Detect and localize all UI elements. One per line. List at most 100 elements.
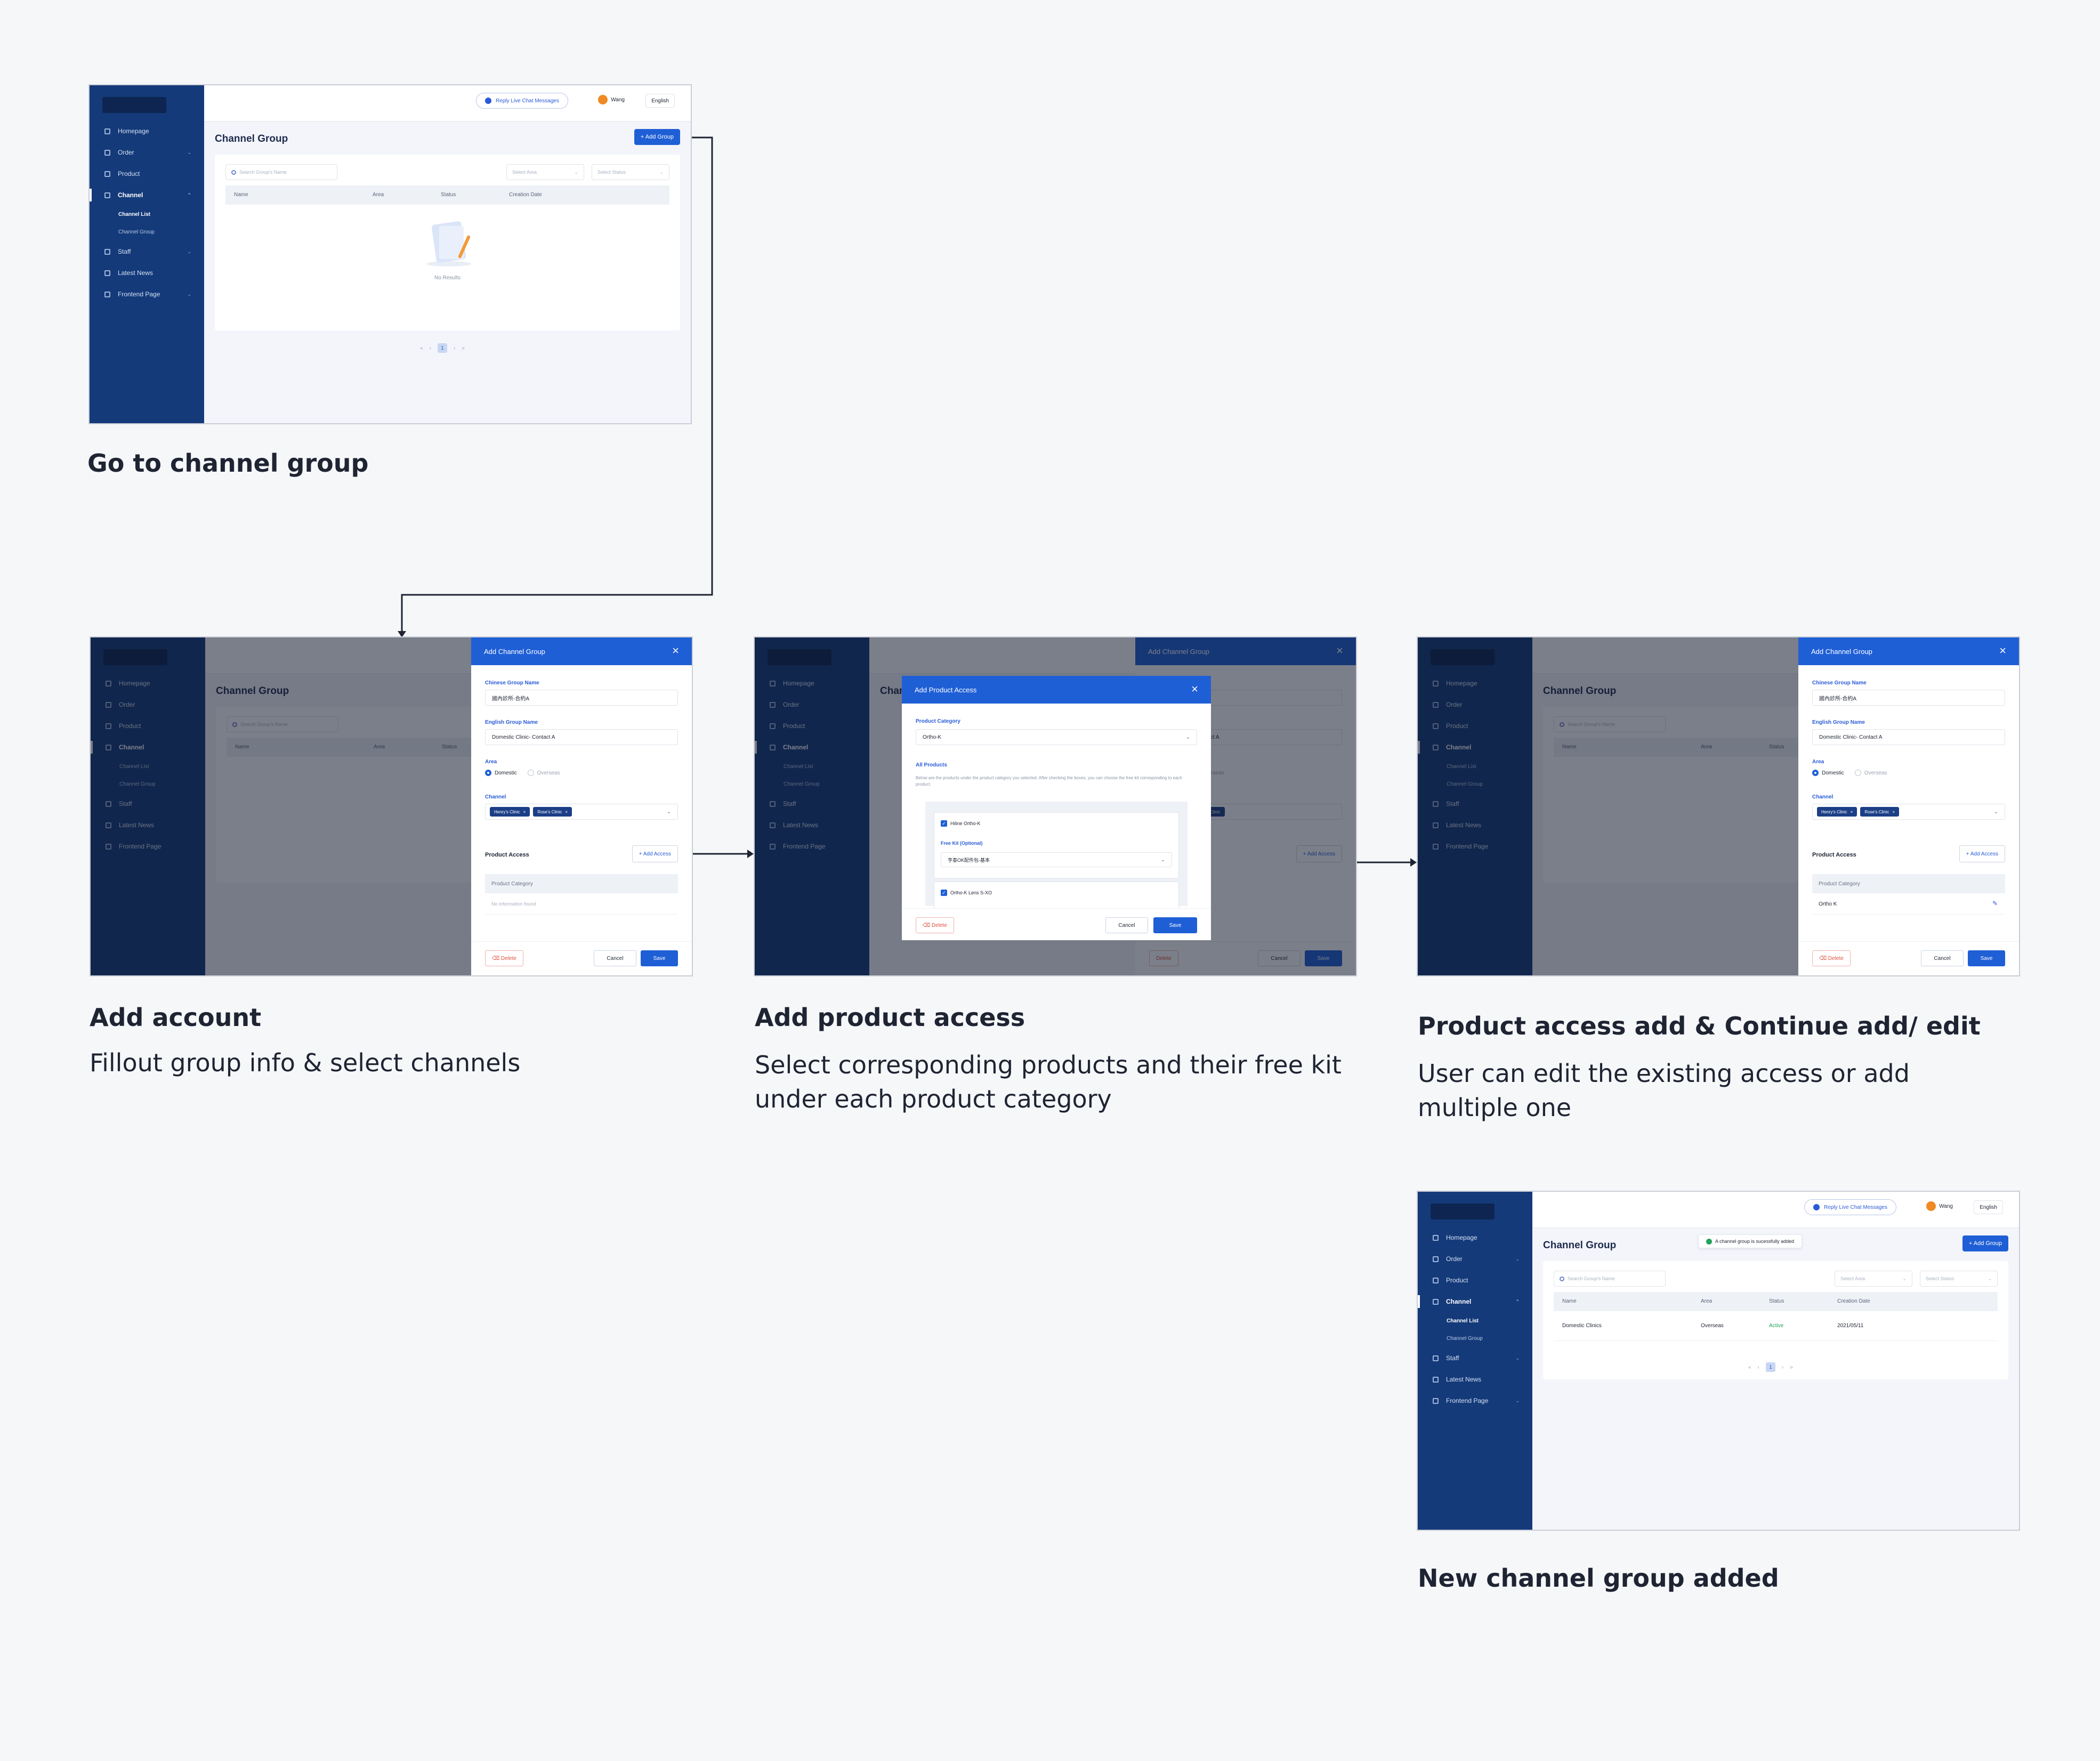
column-area[interactable]: Area [373, 192, 384, 198]
sidebar-item-homepage[interactable]: Homepage [90, 120, 204, 142]
column-name[interactable]: Name [1562, 1298, 1577, 1304]
channel-select[interactable]: Henry's Clinic × Rose's Clinic × ⌄ [1812, 804, 2005, 820]
search-input[interactable]: Search Group's Name [225, 164, 337, 180]
channel-chip[interactable]: Henry's Clinic × [1817, 807, 1857, 817]
add-group-button[interactable]: + Add Group [634, 129, 680, 145]
language-select[interactable]: English [1974, 1200, 2003, 1214]
sidebar-subitem-channel-group[interactable]: Channel Group [90, 223, 204, 241]
sidebar-item-staff[interactable]: Staff ⌄ [1418, 1347, 1532, 1369]
area-select[interactable]: Select Area ⌄ [506, 164, 584, 180]
user-menu[interactable]: Wang [598, 95, 625, 104]
delete-button[interactable]: ⌫ Delete [916, 917, 954, 933]
column-creation-date[interactable]: Creation Date [509, 192, 542, 198]
sidebar-item-channel[interactable]: Channel ⌃ [90, 184, 204, 206]
english-name-field[interactable]: Domestic Clinic- Contact A [1812, 729, 2005, 745]
edit-icon[interactable]: ✎ [1992, 900, 1998, 907]
modal-category-select[interactable]: Ortho-K ⌄ [916, 729, 1197, 745]
sidebar-item-order[interactable]: Order ⌄ [90, 142, 204, 163]
column-name[interactable]: Name [234, 192, 248, 198]
remove-icon[interactable]: × [1851, 810, 1853, 814]
channel-chip[interactable]: Rose's Clinic × [533, 807, 572, 817]
add-access-button[interactable]: + Add Access [632, 845, 678, 862]
sidebar-item-product[interactable]: Product [90, 163, 204, 184]
last-page-icon[interactable]: » [462, 345, 465, 351]
empty-message: No Results [434, 275, 461, 281]
cancel-button[interactable]: Cancel [1921, 950, 1964, 966]
success-toast: A channel group is sucessfully added [1698, 1234, 1803, 1248]
close-icon[interactable]: × [1191, 682, 1198, 696]
area-radio-domestic[interactable]: Domestic [1812, 770, 1844, 776]
area-radio-overseas[interactable]: Overseas [1854, 770, 1887, 776]
caption-step2-title: Add account [90, 1003, 262, 1032]
column-area[interactable]: Area [1701, 1298, 1712, 1304]
area-radio-domestic[interactable]: Domestic [485, 770, 517, 776]
english-name-field[interactable]: Domestic Clinic- Contact A [485, 729, 678, 745]
channel-chip[interactable]: Henry's Clinic × [490, 807, 530, 817]
close-icon[interactable]: × [672, 644, 679, 658]
column-creation-date[interactable]: Creation Date [1837, 1298, 1870, 1304]
product-icon [1433, 1277, 1439, 1283]
news-icon [104, 270, 110, 276]
first-page-icon[interactable]: « [1748, 1364, 1751, 1370]
sidebar-item-order[interactable]: Order ⌄ [1418, 1248, 1532, 1270]
remove-icon[interactable]: × [523, 810, 526, 814]
column-status[interactable]: Status [441, 192, 456, 198]
search-input[interactable]: Search Group's Name [1554, 1271, 1666, 1287]
area-select[interactable]: Select Area ⌄ [1835, 1271, 1912, 1287]
page-number[interactable]: 1 [437, 343, 447, 353]
chinese-name-field[interactable]: 國內診所-合約A [485, 690, 678, 706]
product-checkbox[interactable]: ✓ Ortho-K Lens S-XO [941, 890, 992, 896]
channel-select[interactable]: Henry's Clinic × Rose's Clinic × ⌄ [485, 804, 678, 820]
next-page-icon[interactable]: › [1782, 1364, 1783, 1370]
add-access-button[interactable]: + Add Access [1959, 845, 2005, 862]
close-icon[interactable]: × [1999, 644, 2006, 658]
prev-page-icon[interactable]: ‹ [430, 345, 431, 351]
page-number[interactable]: 1 [1765, 1362, 1775, 1372]
channel-chip[interactable]: Rose's Clinic × [1860, 807, 1899, 817]
last-page-icon[interactable]: » [1790, 1364, 1793, 1370]
chinese-name-field[interactable]: 國內診所-合約A [1812, 690, 2005, 706]
sidebar-item-frontend-page[interactable]: Frontend Page ⌄ [90, 284, 204, 305]
language-select[interactable]: English [645, 94, 675, 108]
save-button[interactable]: Save [1153, 917, 1197, 933]
check-icon: ✓ [941, 890, 947, 896]
user-menu[interactable]: Wang [1926, 1201, 1953, 1211]
sidebar-subitem-channel-list[interactable]: Channel List [90, 206, 204, 223]
reply-live-chat-button[interactable]: Reply Live Chat Messages [1804, 1199, 1896, 1215]
page-title: Channel Group [1543, 1240, 1617, 1251]
prev-page-icon[interactable]: ‹ [1758, 1364, 1759, 1370]
sidebar-subitem-channel-group[interactable]: Channel Group [1418, 1330, 1532, 1347]
status-select[interactable]: Select Status ⌄ [592, 164, 669, 180]
screen-channel-group-added: Homepage Order ⌄ Product Channel ⌃ Channel… [1417, 1191, 2020, 1531]
sidebar-item-product[interactable]: Product [1418, 1270, 1532, 1291]
reply-live-chat-button[interactable]: Reply Live Chat Messages [476, 93, 568, 109]
cancel-button[interactable]: Cancel [1105, 917, 1148, 933]
sidebar-item-staff[interactable]: Staff ⌄ [90, 241, 204, 262]
first-page-icon[interactable]: « [420, 345, 423, 351]
chevron-down-icon: ⌄ [187, 149, 191, 155]
free-kit-select[interactable]: 亨泰OK配件包-基本 ⌄ [941, 852, 1172, 867]
remove-icon[interactable]: × [1892, 810, 1895, 814]
sidebar-item-frontend-page[interactable]: Frontend Page ⌄ [1418, 1390, 1532, 1411]
next-page-icon[interactable]: › [454, 345, 455, 351]
sidebar-subitem-channel-list[interactable]: Channel List [1418, 1312, 1532, 1330]
chevron-down-icon: ⌄ [666, 809, 671, 815]
product-checkbox[interactable]: ✓ Hiline Ortho-K [941, 820, 981, 827]
add-group-button[interactable]: + Add Group [1962, 1235, 2008, 1251]
empty-illustration [421, 219, 474, 268]
staff-icon [1433, 1355, 1439, 1361]
area-radio-overseas[interactable]: Overseas [527, 770, 560, 776]
sidebar-item-channel[interactable]: Channel ⌃ [1418, 1291, 1532, 1312]
remove-icon[interactable]: × [565, 810, 568, 814]
sidebar-item-homepage[interactable]: Homepage [1418, 1227, 1532, 1248]
table-row[interactable]: Domestic Clinics Overseas Active 2021/05… [1554, 1312, 1998, 1341]
status-select[interactable]: Select Status ⌄ [1920, 1271, 1998, 1287]
column-status[interactable]: Status [1769, 1298, 1784, 1304]
save-button[interactable]: Save [641, 950, 678, 966]
delete-button[interactable]: ⌫ Delete [1812, 950, 1851, 966]
sidebar-item-latest-news[interactable]: Latest News [1418, 1369, 1532, 1390]
sidebar-item-latest-news[interactable]: Latest News [90, 262, 204, 284]
save-button[interactable]: Save [1968, 950, 2005, 966]
cancel-button[interactable]: Cancel [594, 950, 636, 966]
delete-button[interactable]: ⌫ Delete [485, 950, 523, 966]
